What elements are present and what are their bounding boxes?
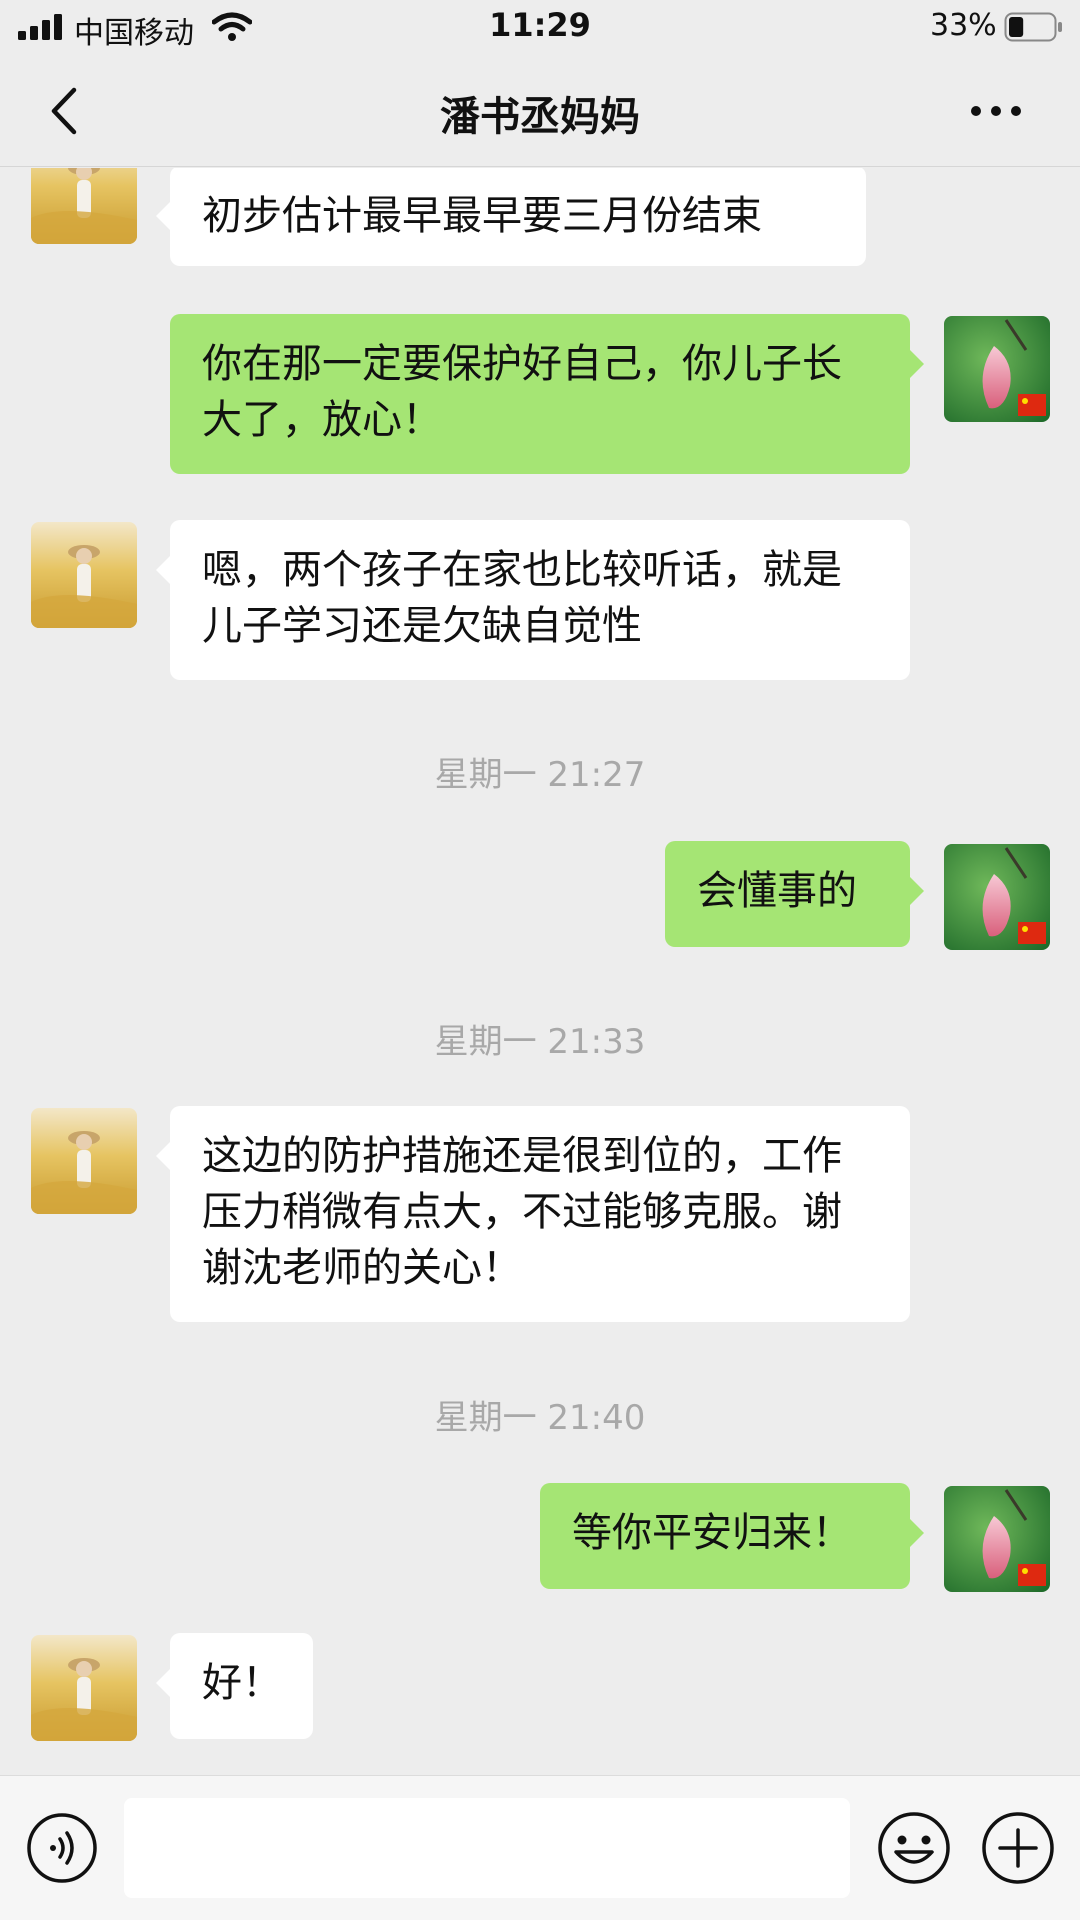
message-list[interactable]: 初步估计最早最早要三月份结束 你在那一定要保护好自己，你儿子长大了，放心！ 嗯，… bbox=[0, 168, 1080, 1775]
message-timestamp: 星期一 21:40 bbox=[434, 1398, 646, 1438]
contact-avatar[interactable] bbox=[31, 522, 137, 628]
message-timestamp: 星期一 21:33 bbox=[434, 1022, 646, 1062]
battery-icon bbox=[1004, 12, 1062, 42]
my-avatar[interactable] bbox=[944, 316, 1050, 422]
outgoing-message[interactable]: 会懂事的 bbox=[665, 841, 924, 947]
message-timestamp: 星期一 21:27 bbox=[434, 755, 646, 795]
voice-icon[interactable] bbox=[26, 1812, 98, 1884]
contact-avatar[interactable] bbox=[31, 1635, 137, 1741]
chat-header: 潘书丞妈妈 bbox=[0, 54, 1080, 167]
contact-avatar[interactable] bbox=[31, 168, 137, 244]
status-bar: 中国移动 11:29 33% bbox=[0, 0, 1080, 54]
status-time: 11:29 bbox=[489, 6, 591, 44]
chat-title: 潘书丞妈妈 bbox=[440, 94, 640, 140]
message-input[interactable] bbox=[124, 1798, 850, 1898]
incoming-message[interactable]: 嗯，两个孩子在家也比较听话，就是儿子学习还是欠缺自觉性 bbox=[156, 520, 910, 680]
emoji-icon[interactable] bbox=[876, 1810, 952, 1886]
my-avatar[interactable] bbox=[944, 1486, 1050, 1592]
incoming-message[interactable]: 好！ bbox=[156, 1633, 313, 1739]
incoming-message[interactable]: 这边的防护措施还是很到位的，工作压力稍微有点大，不过能够克服。谢谢沈老师的关心！ bbox=[156, 1106, 910, 1322]
input-bar bbox=[0, 1775, 1080, 1920]
incoming-message[interactable]: 初步估计最早最早要三月份结束 bbox=[156, 168, 866, 266]
more-dots-icon[interactable] bbox=[966, 86, 1026, 136]
plus-icon[interactable] bbox=[980, 1810, 1056, 1886]
outgoing-message[interactable]: 你在那一定要保护好自己，你儿子长大了，放心！ bbox=[170, 314, 924, 474]
my-avatar[interactable] bbox=[944, 844, 1050, 950]
contact-avatar[interactable] bbox=[31, 1108, 137, 1214]
battery-percent: 33% bbox=[930, 8, 997, 43]
outgoing-message[interactable]: 等你平安归来！ bbox=[540, 1483, 924, 1589]
